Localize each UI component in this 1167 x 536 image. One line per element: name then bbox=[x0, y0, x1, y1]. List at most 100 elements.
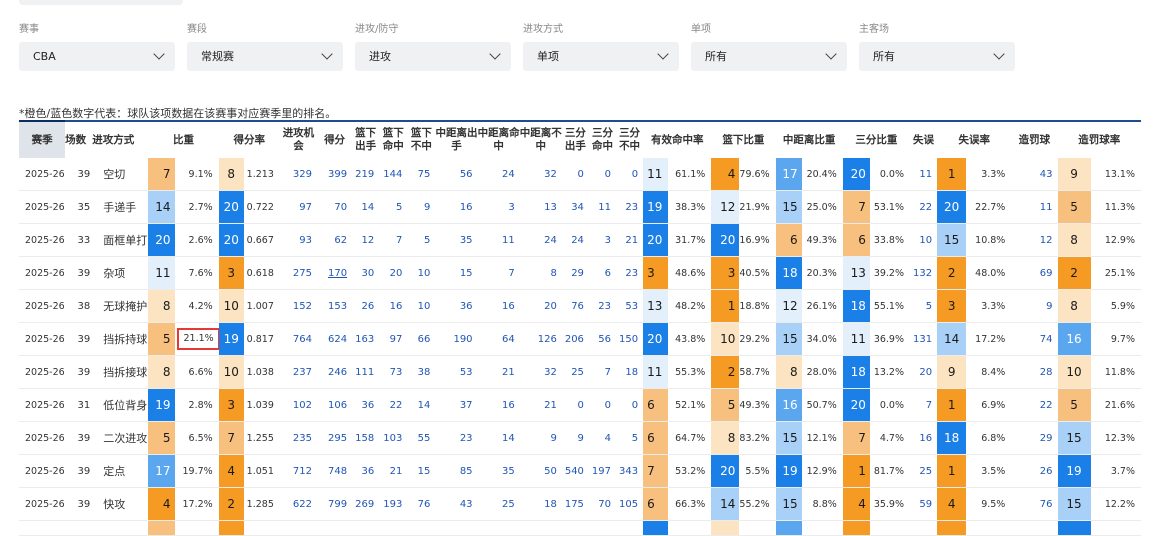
cell-three-att[interactable]: 206 bbox=[562, 323, 589, 356]
cell-mid-att[interactable]: 190 bbox=[435, 323, 477, 356]
cell-mid-miss[interactable]: 32 bbox=[520, 158, 562, 191]
cell-mid-miss[interactable]: 24 bbox=[520, 224, 562, 257]
cell-rim-made[interactable]: 5 bbox=[379, 191, 407, 224]
cell-fouls[interactable]: 43 bbox=[1011, 158, 1057, 191]
cell-mid-made[interactable]: 21 bbox=[478, 356, 520, 389]
cell-three-made[interactable]: 7 bbox=[589, 356, 616, 389]
competition-select[interactable]: CBA bbox=[19, 42, 175, 71]
cell-fouls[interactable]: 22 bbox=[1011, 389, 1057, 422]
cell-mid-att[interactable]: 37 bbox=[435, 389, 477, 422]
header-efg[interactable]: 有效命中率 bbox=[643, 122, 711, 158]
header-three-share[interactable]: 三分比重 bbox=[843, 122, 910, 158]
header-season[interactable]: 赛季 bbox=[19, 122, 66, 158]
cell-rim-miss[interactable]: 14 bbox=[407, 389, 435, 422]
cell-three-miss[interactable]: 0 bbox=[616, 389, 643, 422]
cell-mid-made[interactable]: 3 bbox=[478, 191, 520, 224]
header-chances[interactable]: 进攻机会 bbox=[280, 122, 317, 158]
header-mid-made[interactable]: 中距离命中 bbox=[478, 122, 520, 158]
cell-turnovers[interactable]: 7 bbox=[910, 389, 937, 422]
cell-chances[interactable]: 329 bbox=[280, 158, 317, 191]
cell-fouls[interactable]: 9 bbox=[1011, 290, 1057, 323]
cell-three-miss[interactable]: 0 bbox=[616, 158, 643, 191]
cell-mid-made[interactable]: 14 bbox=[478, 422, 520, 455]
cell-rim-miss[interactable]: 5 bbox=[407, 224, 435, 257]
cell-chances[interactable]: 764 bbox=[280, 323, 317, 356]
cell-points[interactable]: 153 bbox=[317, 290, 352, 323]
cell-three-miss[interactable]: 21 bbox=[616, 224, 643, 257]
cell-fouls[interactable]: 11 bbox=[1011, 191, 1057, 224]
cell-rim-att[interactable]: 158 bbox=[352, 422, 379, 455]
cell-chances[interactable]: 93 bbox=[280, 224, 317, 257]
cell-three-miss[interactable]: 23 bbox=[616, 191, 643, 224]
header-three-miss[interactable]: 三分不中 bbox=[616, 122, 643, 158]
header-three-made[interactable]: 三分命中 bbox=[589, 122, 616, 158]
cell-fouls[interactable]: 28 bbox=[1011, 356, 1057, 389]
cell-turnovers[interactable]: 22 bbox=[910, 191, 937, 224]
cell-fouls[interactable]: 69 bbox=[1011, 257, 1057, 290]
cell-mid-miss[interactable]: 126 bbox=[520, 323, 562, 356]
cell-three-made[interactable]: 4 bbox=[589, 422, 616, 455]
cell-three-made[interactable]: 56 bbox=[589, 323, 616, 356]
cell-rim-att[interactable]: 26 bbox=[352, 290, 379, 323]
cell-turnovers[interactable]: 131 bbox=[910, 323, 937, 356]
cell-rim-made[interactable]: 97 bbox=[379, 323, 407, 356]
cell-three-att[interactable]: 25 bbox=[562, 356, 589, 389]
header-rim-share[interactable]: 篮下比重 bbox=[711, 122, 775, 158]
cell-rim-made[interactable]: 103 bbox=[379, 422, 407, 455]
header-tov-rate[interactable]: 失误率 bbox=[937, 122, 1011, 158]
cell-three-att[interactable]: 34 bbox=[562, 191, 589, 224]
header-mid-att[interactable]: 中距离出手 bbox=[435, 122, 477, 158]
cell-rim-att[interactable]: 111 bbox=[352, 356, 379, 389]
cell-mid-miss[interactable]: 32 bbox=[520, 356, 562, 389]
cell-three-miss[interactable]: 18 bbox=[616, 356, 643, 389]
cell-fouls[interactable]: 74 bbox=[1011, 323, 1057, 356]
cell-mid-made[interactable]: 24 bbox=[478, 158, 520, 191]
cell-three-made[interactable]: 0 bbox=[589, 389, 616, 422]
header-mid-miss[interactable]: 中距离不中 bbox=[520, 122, 562, 158]
cell-chances[interactable]: 237 bbox=[280, 356, 317, 389]
cell-chances[interactable]: 102 bbox=[280, 389, 317, 422]
cell-points[interactable]: 62 bbox=[317, 224, 352, 257]
cell-turnovers[interactable]: 16 bbox=[910, 422, 937, 455]
stage-select[interactable]: 常规赛 bbox=[187, 42, 343, 71]
cell-rim-att[interactable]: 36 bbox=[352, 389, 379, 422]
header-rim-miss[interactable]: 篮下不中 bbox=[407, 122, 435, 158]
header-fouls[interactable]: 造罚球 bbox=[1011, 122, 1057, 158]
cell-three-att[interactable]: 29 bbox=[562, 257, 589, 290]
cell-three-made[interactable]: 6 bbox=[589, 257, 616, 290]
cell-rim-miss[interactable]: 55 bbox=[407, 422, 435, 455]
offense-defense-select[interactable]: 进攻 bbox=[355, 42, 511, 71]
header-points[interactable]: 得分 bbox=[317, 122, 352, 158]
cell-rim-att[interactable]: 163 bbox=[352, 323, 379, 356]
home-away-select[interactable]: 所有 bbox=[859, 42, 1015, 71]
cell-mid-att[interactable]: 15 bbox=[435, 257, 477, 290]
cell-rim-miss[interactable]: 38 bbox=[407, 356, 435, 389]
cell-rim-att[interactable]: 219 bbox=[352, 158, 379, 191]
cell-points[interactable]: 295 bbox=[317, 422, 352, 455]
cell-mid-miss[interactable]: 20 bbox=[520, 290, 562, 323]
cell-rim-made[interactable]: 7 bbox=[379, 224, 407, 257]
cell-three-made[interactable]: 0 bbox=[589, 158, 616, 191]
cell-three-made[interactable]: 3 bbox=[589, 224, 616, 257]
cell-points[interactable]: 106 bbox=[317, 389, 352, 422]
cell-mid-made[interactable]: 16 bbox=[478, 290, 520, 323]
header-score-rate[interactable]: 得分率 bbox=[219, 122, 280, 158]
cell-mid-miss[interactable]: 21 bbox=[520, 389, 562, 422]
cell-turnovers[interactable]: 20 bbox=[910, 356, 937, 389]
cell-points[interactable]: 246 bbox=[317, 356, 352, 389]
cell-turnovers[interactable]: 5 bbox=[910, 290, 937, 323]
cell-mid-made[interactable]: 7 bbox=[478, 257, 520, 290]
cell-turnovers[interactable]: 132 bbox=[910, 257, 937, 290]
cell-rim-att[interactable]: 30 bbox=[352, 257, 379, 290]
cell-mid-miss[interactable]: 9 bbox=[520, 422, 562, 455]
header-foul-rate[interactable]: 造罚球率 bbox=[1058, 122, 1142, 158]
cell-three-att[interactable]: 0 bbox=[562, 158, 589, 191]
cell-rim-att[interactable]: 12 bbox=[352, 224, 379, 257]
cell-rim-made[interactable]: 73 bbox=[379, 356, 407, 389]
cell-points[interactable]: 624 bbox=[317, 323, 352, 356]
cell-mid-att[interactable]: 36 bbox=[435, 290, 477, 323]
cell-three-made[interactable]: 23 bbox=[589, 290, 616, 323]
header-three-att[interactable]: 三分出手 bbox=[562, 122, 589, 158]
cell-mid-att[interactable]: 56 bbox=[435, 158, 477, 191]
header-mid-share[interactable]: 中距离比重 bbox=[776, 122, 843, 158]
